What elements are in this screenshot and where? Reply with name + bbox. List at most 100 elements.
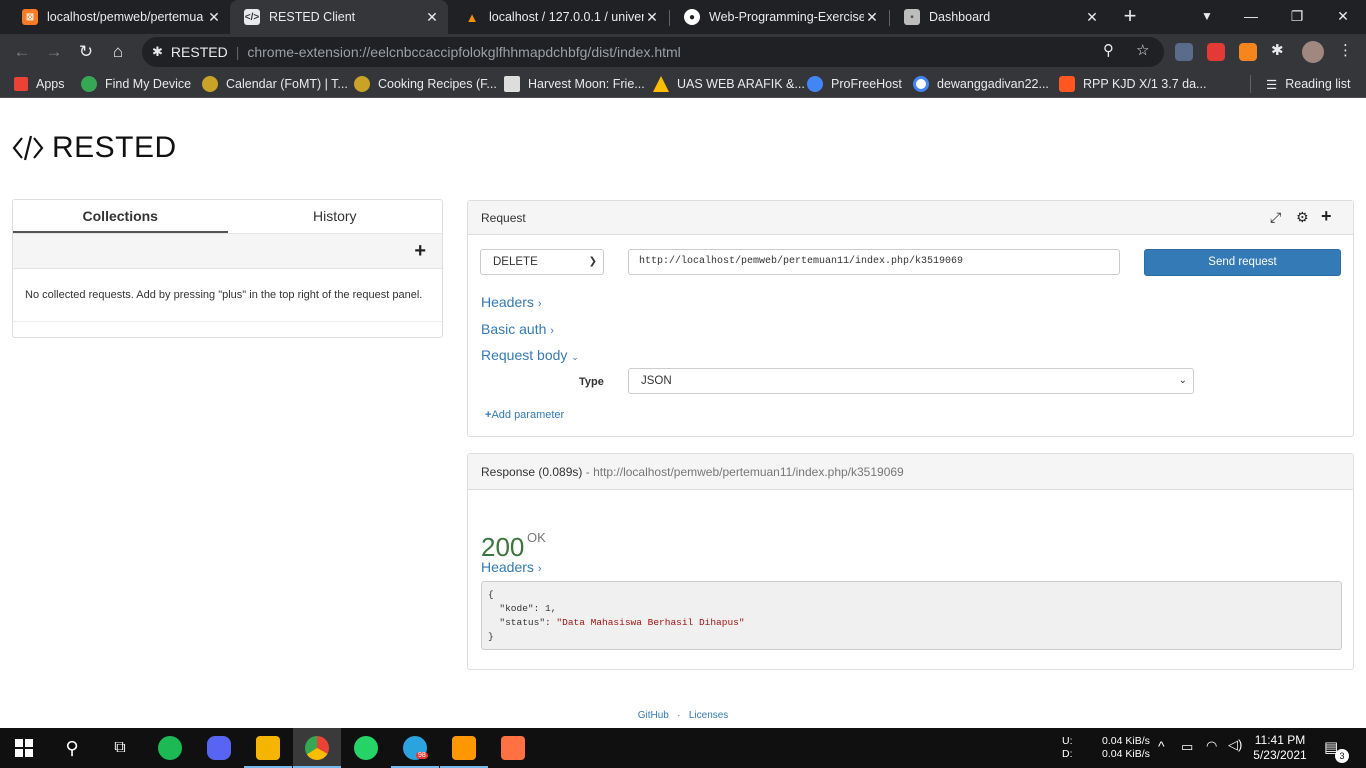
bookmark-rpp[interactable]: RPP KJD X/1 3.7 da... (1059, 75, 1206, 93)
response-headers-label: Headers (481, 559, 534, 575)
bookmark-label: ProFreeHost (831, 77, 902, 91)
headers-toggle[interactable]: Headers › (481, 294, 541, 310)
basic-auth-toggle[interactable]: Basic auth › (481, 321, 554, 337)
google-drive-icon (653, 76, 669, 92)
address-separator: | (235, 44, 240, 60)
bookmark-uas-web[interactable]: UAS WEB ARAFIK &... (653, 75, 805, 93)
chrome-icon[interactable] (293, 728, 341, 768)
tab-dashboard[interactable]: ▪ Dashboard ✕ (890, 0, 1108, 34)
github-link[interactable]: GitHub (638, 710, 669, 721)
tab-history[interactable]: History (228, 200, 443, 233)
dashboard-icon: ▪ (904, 9, 920, 25)
telegram-icon[interactable]: 98 (391, 728, 439, 768)
site-label: RESTED (170, 44, 228, 60)
menu-kebab-icon[interactable]: ⋮ (1338, 41, 1353, 59)
tab-title: localhost/pemweb/pertemua (47, 10, 204, 24)
address-bar[interactable]: ✱ RESTED | chrome-extension://eelcnbccac… (142, 37, 1164, 67)
wifi-icon[interactable]: ◠ (1206, 738, 1217, 754)
app-logo: RESTED (12, 131, 177, 165)
code-brackets-icon (12, 135, 44, 161)
tray-chevron-up-icon[interactable]: ^ (1158, 738, 1165, 754)
reload-icon[interactable]: ↻ (74, 40, 98, 64)
add-parameter-label: Add parameter (491, 409, 565, 421)
add-collection-plus-icon[interactable]: + (414, 240, 426, 263)
bookmark-star-icon[interactable]: ☆ (1136, 41, 1149, 59)
whatsapp-icon[interactable] (342, 728, 390, 768)
apps-grid-icon (14, 77, 28, 91)
gear-icon[interactable]: ⚙ (1296, 209, 1309, 226)
volume-icon[interactable]: ◁) (1228, 737, 1242, 753)
footer-dot: · (677, 710, 681, 721)
add-plus-icon[interactable]: + (1321, 206, 1332, 227)
close-icon[interactable]: ✕ (1084, 9, 1100, 26)
reading-list-button[interactable]: ☰ Reading list (1266, 75, 1351, 93)
bookmark-harvest-moon[interactable]: Harvest Moon: Frie... (504, 75, 645, 93)
close-window-icon[interactable]: ✕ (1320, 0, 1366, 32)
tab-github[interactable]: ● Web-Programming-Exercise/ ✕ (670, 0, 888, 34)
find-device-icon (81, 76, 97, 92)
close-icon[interactable]: ✕ (644, 9, 660, 26)
response-title: Response (0.089s) - http://localhost/pem… (481, 465, 904, 479)
close-icon[interactable]: ✕ (864, 9, 880, 26)
method-select[interactable]: DELETE ❯ (480, 249, 604, 275)
tab-title: RESTED Client (269, 10, 356, 24)
discord-icon[interactable] (195, 728, 243, 768)
search-icon[interactable]: ⚲ (48, 728, 96, 768)
bookmark-cooking[interactable]: Cooking Recipes (F... (354, 75, 497, 93)
request-body-toggle[interactable]: Request body ⌄ (481, 347, 579, 363)
request-header: Request ⤢ ⚙ + (468, 201, 1353, 235)
bookmark-profreehost[interactable]: ProFreeHost (807, 75, 902, 93)
close-icon[interactable]: ✕ (424, 9, 440, 26)
bookmark-favicon (504, 76, 520, 92)
method-value: DELETE (493, 256, 538, 268)
restore-icon[interactable]: ❐ (1274, 0, 1320, 32)
bookmark-label: Find My Device (105, 77, 192, 91)
task-view-icon[interactable]: ⧉ (96, 728, 144, 768)
upload-rate: 0.04 KiB/s (1102, 735, 1150, 747)
metamask-icon[interactable] (1239, 43, 1257, 61)
zoom-search-icon[interactable]: ⚲ (1103, 41, 1114, 59)
collections-empty-message: No collected requests. Add by pressing "… (25, 289, 423, 301)
pdf-app-icon[interactable] (489, 728, 537, 768)
forward-icon[interactable]: → (42, 40, 66, 64)
sublime-text-icon[interactable] (440, 728, 488, 768)
extensions-puzzle-icon[interactable]: ✱ (1271, 41, 1284, 59)
send-request-button[interactable]: Send request (1144, 249, 1341, 276)
spotify-icon[interactable] (146, 728, 194, 768)
bookmark-favicon (202, 76, 218, 92)
extension-icon[interactable] (1175, 43, 1193, 61)
bookmark-apps[interactable]: Apps (14, 75, 65, 93)
battery-icon[interactable]: ▭ (1181, 739, 1193, 755)
bookmark-favicon (807, 76, 823, 92)
windows-start-icon[interactable] (0, 728, 48, 768)
tab-search-icon[interactable]: ▼ (1184, 0, 1230, 32)
licenses-link[interactable]: Licenses (689, 710, 728, 721)
file-explorer-icon[interactable] (244, 728, 292, 768)
reading-list-label: Reading list (1285, 77, 1351, 91)
response-headers-toggle[interactable]: Headers › (481, 559, 541, 575)
back-icon[interactable]: ← (10, 40, 34, 64)
bookmark-dewangga[interactable]: dewanggadivan22... (913, 75, 1049, 93)
tab-collections[interactable]: Collections (13, 200, 228, 233)
add-parameter-link[interactable]: +Add parameter (485, 409, 564, 421)
profile-avatar[interactable] (1302, 41, 1324, 63)
bookmark-label: Apps (36, 77, 65, 91)
tab-phpmyadmin[interactable]: ▲ localhost / 127.0.0.1 / univers ✕ (450, 0, 668, 34)
minimize-icon[interactable]: — (1228, 0, 1274, 32)
chevron-down-icon: ❯ (588, 256, 597, 267)
tab-title: Dashboard (929, 10, 991, 24)
new-tab-button[interactable]: + (1119, 5, 1141, 27)
tab-localhost-pemweb[interactable]: ⊠ localhost/pemweb/pertemua ✕ (8, 0, 230, 34)
tab-rested-client[interactable]: </> RESTED Client ✕ (230, 0, 448, 34)
bookmark-calendar[interactable]: Calendar (FoMT) | T... (202, 75, 348, 93)
bookmark-find-my-device[interactable]: Find My Device (81, 75, 191, 93)
fullscreen-expand-icon[interactable]: ⤢ (1270, 209, 1281, 226)
clock[interactable]: 11:41 PM 5/23/2021 (1250, 733, 1310, 763)
close-icon[interactable]: ✕ (206, 9, 222, 26)
home-icon[interactable]: ⌂ (106, 40, 130, 64)
json-key: "status" (499, 617, 546, 628)
body-type-select[interactable]: JSON ⌄ (628, 368, 1194, 394)
url-input[interactable]: http://localhost/pemweb/pertemuan11/inde… (628, 249, 1120, 275)
type-label: Type (579, 376, 604, 388)
extension-icon[interactable] (1207, 43, 1225, 61)
